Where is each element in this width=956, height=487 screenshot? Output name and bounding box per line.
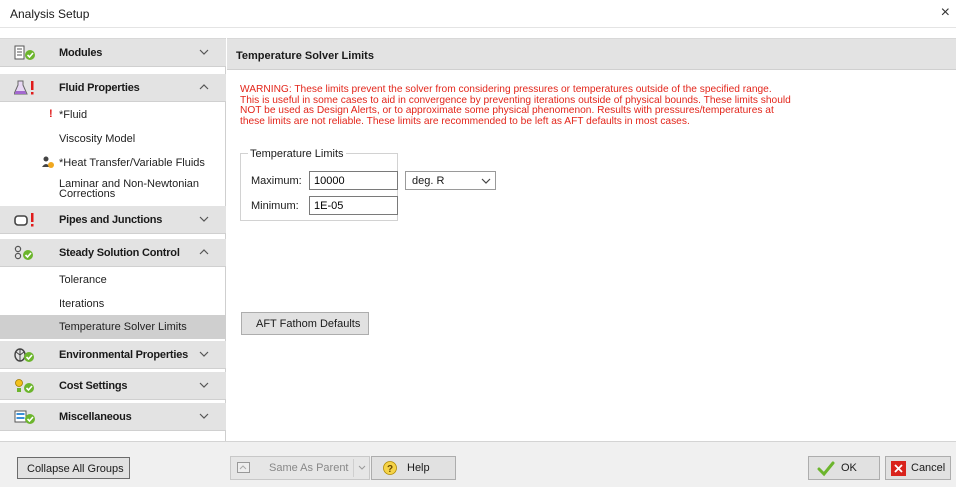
svg-text:?: ? <box>387 464 393 475</box>
modules-icon <box>14 45 38 61</box>
group-fluid-properties[interactable]: Fluid Properties <box>0 74 226 102</box>
sidebar-item-laminar[interactable]: Laminar and Non-Newtonian Corrections <box>0 175 226 207</box>
group-steady-solution-control[interactable]: Steady Solution Control <box>0 239 226 267</box>
chevron-down-icon[interactable] <box>197 347 211 361</box>
cancel-button[interactable]: Cancel <box>885 456 951 480</box>
help-icon: ? <box>382 460 398 476</box>
close-icon[interactable]: × <box>941 4 950 22</box>
maximum-label: Maximum: <box>251 175 302 187</box>
chevron-up-icon[interactable] <box>197 80 211 94</box>
pipe-icon <box>14 212 38 228</box>
temperature-limits-label: Temperature Limits <box>248 148 346 160</box>
warning-text: WARNING: These limits prevent the solver… <box>240 84 840 127</box>
minimum-input[interactable] <box>309 196 398 215</box>
split-divider <box>353 459 354 477</box>
aft-fathom-defaults-button[interactable]: AFT Fathom Defaults <box>241 312 369 335</box>
chevron-down-icon[interactable] <box>197 409 211 423</box>
sidebar-item-temperature-solver-limits[interactable]: Temperature Solver Limits <box>0 315 226 339</box>
sidebar: Modules Fluid Properties ! *Fluid Viscos… <box>0 38 226 441</box>
group-label: Modules <box>59 47 103 59</box>
help-button[interactable]: ? Help <box>371 456 456 480</box>
group-label: Fluid Properties <box>59 82 140 94</box>
warning-line: NOT be used as Design Alerts, or to appr… <box>240 105 774 116</box>
warning-line: these limits are not reliable. These lim… <box>240 115 690 127</box>
group-environmental-properties[interactable]: Environmental Properties <box>0 341 226 369</box>
group-label: Pipes and Junctions <box>59 214 163 226</box>
button-label: Cancel <box>911 462 946 474</box>
button-label: Same As Parent <box>269 462 349 474</box>
button-label: Help <box>407 462 430 474</box>
button-label: OK <box>841 462 857 474</box>
button-label: AFT Fathom Defaults <box>256 318 361 330</box>
maximum-input[interactable] <box>309 171 398 190</box>
sidebar-item-label: *Fluid <box>59 109 88 121</box>
button-label: Collapse All Groups <box>27 463 124 475</box>
sidebar-item-fluid[interactable]: ! *Fluid <box>0 103 226 127</box>
sidebar-item-label: *Heat Transfer/Variable Fluids <box>59 157 205 169</box>
group-label: Steady Solution Control <box>59 247 180 259</box>
sidebar-item-label: Tolerance <box>59 274 107 286</box>
group-pipes-and-junctions[interactable]: Pipes and Junctions <box>0 206 226 234</box>
cost-icon <box>14 378 38 394</box>
group-label: Cost Settings <box>59 380 128 392</box>
sidebar-item-viscosity-model[interactable]: Viscosity Model <box>0 127 226 151</box>
group-label: Environmental Properties <box>59 349 189 361</box>
unit-value: deg. R <box>412 175 445 187</box>
close-icon <box>891 461 906 476</box>
solution-control-icon <box>14 245 38 261</box>
sidebar-item-label: Iterations <box>59 298 105 310</box>
sidebar-item-iterations[interactable]: Iterations <box>0 292 226 316</box>
page-title: Temperature Solver Limits <box>236 50 374 62</box>
warning-line: WARNING: These limits prevent the solver… <box>240 84 772 95</box>
flask-icon <box>14 80 38 96</box>
sidebar-item-label-line2: Corrections <box>59 188 116 200</box>
same-as-parent-button[interactable]: Same As Parent <box>230 456 370 480</box>
window-title: Analysis Setup <box>10 7 90 21</box>
group-miscellaneous[interactable]: Miscellaneous <box>0 403 226 431</box>
ok-button[interactable]: OK <box>808 456 880 480</box>
group-modules[interactable]: Modules <box>0 39 226 67</box>
chevron-down-icon[interactable] <box>358 465 366 471</box>
chevron-down-icon[interactable] <box>197 378 211 392</box>
sidebar-item-label: Viscosity Model <box>59 133 136 145</box>
warning-icon: ! <box>49 108 53 120</box>
sidebar-item-tolerance[interactable]: Tolerance <box>0 268 226 292</box>
minimum-label: Minimum: <box>251 200 299 212</box>
miscellaneous-icon <box>14 409 38 425</box>
same-as-parent-icon <box>237 462 251 474</box>
environment-icon <box>14 347 38 363</box>
panel-header: Temperature Solver Limits <box>227 38 956 70</box>
chevron-down-icon <box>481 176 491 186</box>
title-bar: Analysis Setup × <box>0 0 956 28</box>
chevron-down-icon[interactable] <box>197 45 211 59</box>
collapse-all-groups-button[interactable]: Collapse All Groups <box>17 457 130 479</box>
temperature-unit-select[interactable]: deg. R <box>405 171 496 190</box>
group-label: Miscellaneous <box>59 411 132 423</box>
sidebar-item-label: Temperature Solver Limits <box>59 321 187 333</box>
group-cost-settings[interactable]: Cost Settings <box>0 372 226 400</box>
chevron-down-icon[interactable] <box>197 212 211 226</box>
chevron-up-icon[interactable] <box>197 245 211 259</box>
heat-transfer-icon <box>41 155 55 169</box>
checkmark-icon <box>817 461 835 477</box>
sidebar-item-heat-transfer[interactable]: *Heat Transfer/Variable Fluids <box>0 151 226 175</box>
